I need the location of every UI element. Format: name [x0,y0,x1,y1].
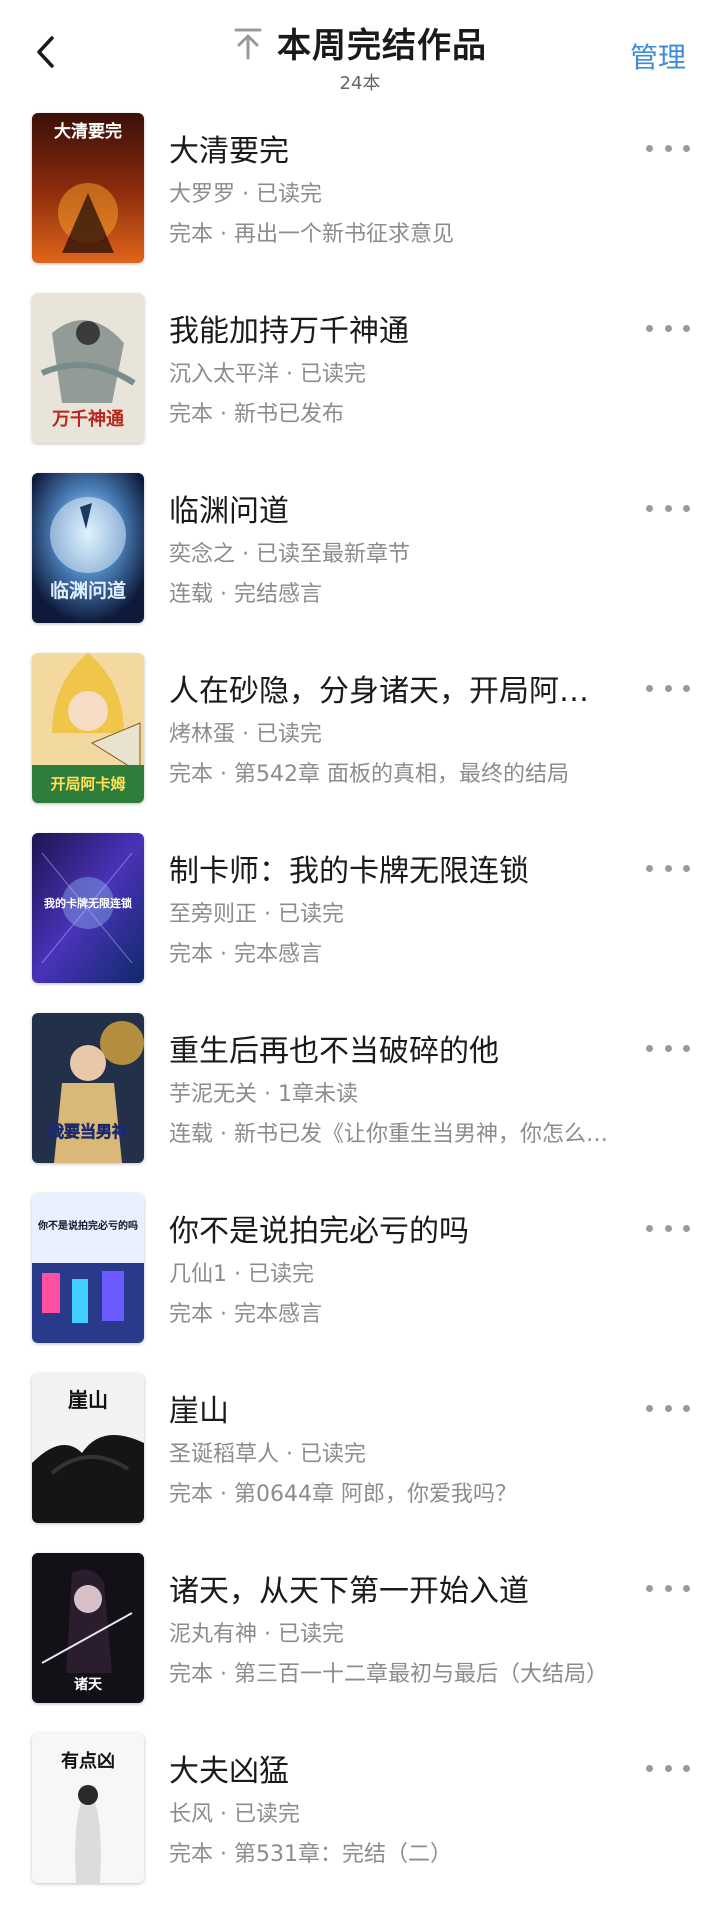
book-status: 完本 · 再出一个新书征求意见 [169,222,454,247]
title-block: 本周完结作品 24本 [0,18,720,95]
list-item[interactable]: 有点凶 大夫凶猛 长风 · 已读完 完本 · 第531章：完结（二） [0,1730,720,1910]
cover-title: 万千神通 [51,408,124,430]
more-options-button[interactable] [646,1576,690,1600]
more-options-button[interactable] [646,1396,690,1420]
book-author-progress: 奕念之 · 已读至最新章节 [169,542,410,567]
more-dots-icon [646,684,653,692]
cover-title: 开局阿卡姆 [50,775,125,793]
more-dots-icon [646,1764,653,1772]
book-status: 完本 · 第542章 面板的真相，最终的结局 [169,762,569,787]
cover-title: 大清要完 [54,121,122,142]
book-count: 24本 [339,73,381,94]
book-title: 诸天，从天下第一开始入道 [169,1574,529,1609]
book-title: 制卡师：我的卡牌无限连锁 [169,854,529,889]
list-item[interactable]: 你不是说拍完必亏的吗 你不是说拍完必亏的吗 几仙1 · 已读完 完本 · 完本感… [0,1190,720,1370]
list-item[interactable]: 崖山 崖山 圣诞稻草人 · 已读完 完本 · 第0644章 阿郎，你爱我吗？ [0,1370,720,1550]
book-title: 我能加持万千神通 [169,314,409,349]
book-cover: 万千神通 [32,293,144,443]
book-status: 完本 · 第三百一十二章最初与最后（大结局） [169,1662,608,1687]
book-status: 连载 · 新书已发《让你重生当男神，你怎么… [169,1122,608,1147]
more-options-button[interactable] [646,1036,690,1060]
pin-to-top-icon[interactable] [233,26,263,60]
list-item[interactable]: 诸天 诸天，从天下第一开始入道 泥丸有神 · 已读完 完本 · 第三百一十二章最… [0,1550,720,1730]
book-author-progress: 长风 · 已读完 [169,1802,300,1827]
book-title: 临渊问道 [169,494,289,529]
top-bar: 本周完结作品 24本 管理 [0,0,720,100]
more-options-button[interactable] [646,136,690,160]
more-dots-icon [646,504,653,512]
more-dots-icon [646,1584,653,1592]
cover-title: 有点凶 [61,1750,115,1772]
cover-title: 你不是说拍完必亏的吗 [37,1219,138,1232]
book-cover: 崖山 [32,1373,144,1523]
page-title: 本周完结作品 [277,26,487,66]
book-author-progress: 芋泥无关 · 1章未读 [169,1082,358,1107]
book-title: 大夫凶猛 [169,1754,289,1789]
book-cover: 大清要完 [32,113,144,263]
more-dots-icon [646,324,653,332]
book-title: 人在砂隐，分身诸天，开局阿… [169,674,589,709]
list-item[interactable]: 万千神通 我能加持万千神通 沉入太平洋 · 已读完 完本 · 新书已发布 [0,290,720,470]
book-title: 大清要完 [169,134,289,169]
book-title: 重生后再也不当破碎的他 [169,1034,499,1069]
book-status: 完本 · 新书已发布 [169,402,344,427]
cover-title: 我要当男神 [48,1122,128,1141]
book-title: 崖山 [169,1394,229,1429]
list-item[interactable]: 临渊问道 临渊问道 奕念之 · 已读至最新章节 连载 · 完结感言 [0,470,720,650]
book-list: 大清要完 大清要完 大罗罗 · 已读完 完本 · 再出一个新书征求意见 万千神通… [0,110,720,1910]
book-author-progress: 大罗罗 · 已读完 [169,182,322,207]
list-item[interactable]: 开局阿卡姆 人在砂隐，分身诸天，开局阿… 烤林蛋 · 已读完 完本 · 第542… [0,650,720,830]
list-item[interactable]: 我要当男神 重生后再也不当破碎的他 芋泥无关 · 1章未读 连载 · 新书已发《… [0,1010,720,1190]
book-author-progress: 沉入太平洋 · 已读完 [169,362,366,387]
book-author-progress: 至旁则正 · 已读完 [169,902,344,927]
more-dots-icon [646,864,653,872]
book-cover: 开局阿卡姆 [32,653,144,803]
book-status: 连载 · 完结感言 [169,582,322,607]
more-options-button[interactable] [646,676,690,700]
more-options-button[interactable] [646,856,690,880]
book-cover: 临渊问道 [32,473,144,623]
book-status: 完本 · 第531章：完结（二） [169,1842,452,1867]
book-author-progress: 泥丸有神 · 已读完 [169,1622,344,1647]
book-status: 完本 · 第0644章 阿郎，你爱我吗？ [169,1482,517,1507]
book-title: 你不是说拍完必亏的吗 [169,1214,469,1249]
book-author-progress: 圣诞稻草人 · 已读完 [169,1442,366,1467]
book-cover: 有点凶 [32,1733,144,1883]
cover-title: 崖山 [68,1388,108,1412]
book-cover: 我要当男神 [32,1013,144,1163]
more-dots-icon [646,1044,653,1052]
more-dots-icon [646,1404,653,1412]
book-cover: 我的卡牌无限连锁 [32,833,144,983]
more-options-button[interactable] [646,496,690,520]
cover-title: 我的卡牌无限连锁 [44,896,132,910]
book-status: 完本 · 完本感言 [169,942,322,967]
list-item[interactable]: 我的卡牌无限连锁 制卡师：我的卡牌无限连锁 至旁则正 · 已读完 完本 · 完本… [0,830,720,1010]
book-status: 完本 · 完本感言 [169,1302,322,1327]
cover-title: 临渊问道 [50,579,126,602]
more-options-button[interactable] [646,316,690,340]
book-cover: 诸天 [32,1553,144,1703]
book-author-progress: 烤林蛋 · 已读完 [169,722,322,747]
manage-button[interactable]: 管理 [630,36,686,76]
cover-title: 诸天 [74,1676,103,1693]
list-item[interactable]: 大清要完 大清要完 大罗罗 · 已读完 完本 · 再出一个新书征求意见 [0,110,720,290]
more-options-button[interactable] [646,1216,690,1240]
more-options-button[interactable] [646,1756,690,1780]
book-author-progress: 几仙1 · 已读完 [169,1262,314,1287]
more-dots-icon [646,144,653,152]
book-cover: 你不是说拍完必亏的吗 [32,1193,144,1343]
more-dots-icon [646,1224,653,1232]
